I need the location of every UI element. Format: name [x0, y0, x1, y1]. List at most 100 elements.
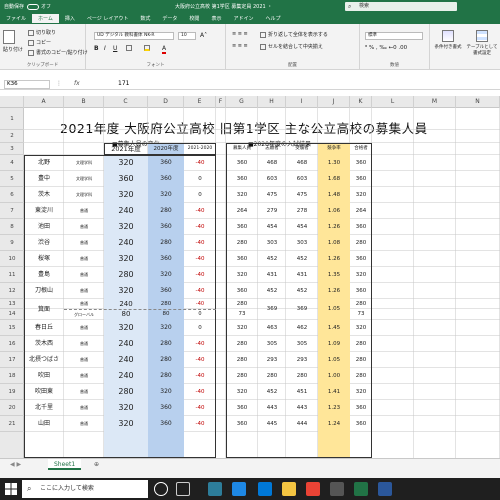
wrap-text-button[interactable]: 折り返して全体を表示する	[260, 31, 328, 38]
result-3[interactable]: 1.00	[318, 368, 350, 384]
quota-2021[interactable]: 280	[104, 384, 148, 400]
quota-diff[interactable]: -40	[184, 368, 216, 384]
quota-diff[interactable]: -40	[184, 384, 216, 400]
column-header-C[interactable]: C	[104, 96, 148, 108]
result-0[interactable]: 264	[226, 203, 258, 219]
course[interactable]: 普通	[64, 203, 104, 219]
column-header-J[interactable]: J	[318, 96, 350, 108]
result-1[interactable]: 445	[258, 416, 286, 432]
result-1[interactable]: 279	[258, 203, 286, 219]
result-4[interactable]: 360	[350, 155, 372, 171]
school-name[interactable]: 箕面	[24, 299, 64, 320]
result-1[interactable]: 603	[258, 171, 286, 187]
quota-2020[interactable]: 320	[148, 384, 184, 400]
quota-diff[interactable]: -40	[184, 203, 216, 219]
quota-2020[interactable]: 280	[148, 368, 184, 384]
course[interactable]: 文理学科	[64, 171, 104, 187]
result-2[interactable]: 444	[286, 416, 318, 432]
result-2[interactable]: 293	[286, 352, 318, 368]
result-2[interactable]: 278	[286, 203, 318, 219]
school-name[interactable]: 北摂つばさ	[24, 352, 64, 368]
quota-diff[interactable]: -40	[184, 251, 216, 267]
row-header-21[interactable]: 21	[0, 416, 24, 432]
tab-4[interactable]: 数式	[134, 14, 156, 24]
course[interactable]: 普通	[64, 235, 104, 251]
column-header-B[interactable]: B	[64, 96, 104, 108]
worksheet-grid[interactable]: 2021年度 大阪府公立高校 旧第1学区 主な公立高校の募集人員 ■募集人員の変…	[24, 108, 500, 458]
name-box[interactable]: K36	[4, 80, 50, 89]
result-2[interactable]: 462	[286, 320, 318, 336]
quota-2021[interactable]: 320	[104, 283, 148, 299]
result-2[interactable]: 431	[286, 267, 318, 283]
result-2[interactable]: 452	[286, 283, 318, 299]
select-all-corner[interactable]	[0, 96, 24, 108]
excel-taskbar-icon[interactable]	[354, 482, 368, 496]
quota-2021[interactable]: 320	[104, 219, 148, 235]
conditional-format-button[interactable]: 条件付き書式	[434, 30, 462, 50]
fill-color-button[interactable]	[144, 45, 152, 52]
quota-2020[interactable]: 80	[148, 309, 184, 320]
result-3[interactable]: 1.30	[318, 155, 350, 171]
school-name[interactable]: 池田	[24, 219, 64, 235]
school-name[interactable]: 豊島	[24, 267, 64, 283]
course[interactable]: 普通	[64, 352, 104, 368]
school-name[interactable]: 山田	[24, 416, 64, 432]
header-right-1[interactable]: 志願者	[258, 143, 286, 155]
quota-2020[interactable]: 280	[148, 299, 184, 309]
quota-2020[interactable]: 320	[148, 187, 184, 203]
result-3[interactable]: 1.26	[318, 251, 350, 267]
name-box-dropdown-icon[interactable]: ⋮	[56, 80, 62, 87]
quota-2021[interactable]: 320	[104, 320, 148, 336]
result-1[interactable]: 280	[258, 368, 286, 384]
result-1[interactable]: 305	[258, 336, 286, 352]
result-2[interactable]: 305	[286, 336, 318, 352]
quota-2021[interactable]: 360	[104, 171, 148, 187]
quota-2021[interactable]: 240	[104, 352, 148, 368]
result-3[interactable]: 1.68	[318, 171, 350, 187]
explorer-icon[interactable]	[282, 482, 296, 496]
header-right-0[interactable]: 募集人員	[226, 143, 258, 155]
result-1[interactable]: 475	[258, 187, 286, 203]
task-view-icon[interactable]	[176, 482, 190, 496]
column-header-H[interactable]: H	[258, 96, 286, 108]
result-1[interactable]: 431	[258, 267, 286, 283]
header-right-4[interactable]: 合格者	[350, 143, 372, 155]
quota-2020[interactable]: 360	[148, 219, 184, 235]
result-4[interactable]: 360	[350, 283, 372, 299]
formula-input[interactable]: 171	[118, 80, 129, 87]
align-left-buttons[interactable]: ≡ ≡ ≡	[232, 43, 248, 49]
quota-2020[interactable]: 360	[148, 155, 184, 171]
store-icon[interactable]	[258, 482, 272, 496]
course[interactable]: 普通	[64, 320, 104, 336]
school-name[interactable]: 春日丘	[24, 320, 64, 336]
tab-2[interactable]: 挿入	[59, 14, 81, 24]
result-0[interactable]: 360	[226, 416, 258, 432]
tab-7[interactable]: 表示	[205, 14, 227, 24]
row-header-17[interactable]: 17	[0, 352, 24, 368]
school-name[interactable]: 東淀川	[24, 203, 64, 219]
result-pass[interactable]: 280	[350, 299, 372, 309]
row-header-8[interactable]: 8	[0, 219, 24, 235]
row-header-20[interactable]: 20	[0, 400, 24, 416]
result-0[interactable]: 360	[226, 283, 258, 299]
result-3[interactable]: 1.23	[318, 400, 350, 416]
row-header-2[interactable]: 2	[0, 130, 24, 143]
tab-5[interactable]: データ	[156, 14, 183, 24]
tab-8[interactable]: アドイン	[227, 14, 259, 24]
quota-2021[interactable]: 320	[104, 400, 148, 416]
quota-diff[interactable]: -40	[184, 267, 216, 283]
row-header-15[interactable]: 15	[0, 320, 24, 336]
tab-1[interactable]: ホーム	[32, 14, 59, 24]
school-name[interactable]: 茨木西	[24, 336, 64, 352]
tab-3[interactable]: ページ レイアウト	[81, 14, 135, 24]
quota-2020[interactable]: 360	[148, 283, 184, 299]
result-3[interactable]: 1.09	[318, 336, 350, 352]
column-header-A[interactable]: A	[24, 96, 64, 108]
result-2[interactable]: 443	[286, 400, 318, 416]
number-format-select[interactable]: 標準	[365, 32, 423, 40]
quota-2021[interactable]: 80	[104, 309, 148, 320]
result-3[interactable]: 1.35	[318, 267, 350, 283]
result-0[interactable]: 360	[226, 219, 258, 235]
course[interactable]: 文理学科	[64, 155, 104, 171]
quota-diff[interactable]: 0	[184, 309, 216, 320]
